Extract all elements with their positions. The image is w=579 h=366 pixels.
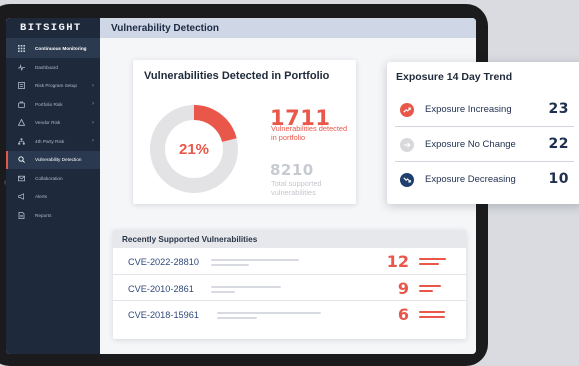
cve-count: 12 xyxy=(386,252,409,271)
count-bar xyxy=(419,284,441,287)
trend-down-icon xyxy=(400,173,414,187)
exposure-row-increasing[interactable]: Exposure Increasing 23 xyxy=(387,93,579,127)
donut-percent-label: 21% xyxy=(178,140,210,158)
sidebar-item-vulnerability-detection[interactable]: Vulnerability Detection xyxy=(6,150,100,169)
sidebar-item-label: 4th Party Risk xyxy=(35,138,65,144)
placeholder-line xyxy=(211,259,299,261)
mail-icon xyxy=(18,175,25,182)
exposure-row-no-change[interactable]: Exposure No Change 22 xyxy=(387,128,579,162)
arrow-right-icon xyxy=(400,138,414,152)
table-row[interactable]: CVE-2010-2861 9 xyxy=(113,275,466,301)
document-icon xyxy=(18,211,25,219)
placeholder-line xyxy=(211,290,235,293)
sidebar-item-continuous-monitoring[interactable]: Continuous Monitoring xyxy=(6,38,100,58)
pulse-icon xyxy=(18,63,25,71)
sidebar-item-label: Dashboard xyxy=(35,64,58,70)
page-title: Vulnerability Detection xyxy=(100,18,476,38)
placeholder-line xyxy=(217,312,321,314)
sidebar-item-dashboard[interactable]: Dashboard xyxy=(6,58,100,77)
supported-caption: Total supported vulnerabilities xyxy=(271,179,322,197)
sidebar-item-reports[interactable]: Reports xyxy=(6,206,100,225)
sidebar-item-label: Continuous Monitoring xyxy=(35,45,87,51)
sidebar-menu: Continuous Monitoring Dashboard Risk Pro… xyxy=(6,38,100,225)
chevron-right-icon: › xyxy=(92,101,94,108)
exposure-card-title: Exposure 14 Day Trend xyxy=(396,71,513,83)
chevron-right-icon: › xyxy=(92,119,94,126)
briefcase-icon xyxy=(18,101,25,108)
grid-icon xyxy=(18,44,25,52)
supported-count: 8210 xyxy=(270,161,314,179)
placeholder-line xyxy=(211,264,249,266)
sidebar-item-4th-party-risk[interactable]: 4th Party Risk › xyxy=(6,132,100,151)
exposure-value: 10 xyxy=(548,171,569,187)
sidebar-item-label: Reports xyxy=(35,212,52,218)
sidebar-item-label: Vendor Risk xyxy=(35,120,61,126)
sidebar-item-alerts[interactable]: Alerts xyxy=(6,188,100,207)
count-bar xyxy=(419,316,445,318)
search-icon xyxy=(18,156,25,164)
divider xyxy=(395,126,574,127)
chevron-right-icon: › xyxy=(92,82,94,89)
divider xyxy=(395,161,574,162)
warning-icon xyxy=(18,119,25,126)
cve-id[interactable]: CVE-2022-28810 xyxy=(128,257,199,267)
cve-id[interactable]: CVE-2018-15961 xyxy=(128,310,199,320)
sidebar-item-collaboration[interactable]: Collaboration xyxy=(6,169,100,188)
table-row[interactable]: CVE-2022-28810 12 xyxy=(113,248,466,275)
cve-count: 9 xyxy=(397,278,409,298)
megaphone-icon xyxy=(18,193,25,201)
placeholder-line xyxy=(217,317,257,319)
sidebar-item-label: Portfolio Risk xyxy=(35,101,63,107)
count-bar xyxy=(419,263,439,265)
count-bar xyxy=(419,258,446,260)
chevron-right-icon: › xyxy=(92,138,94,145)
recent-vulnerabilities-title: Recently Supported Vulnerabilities xyxy=(113,230,466,248)
sidebar-item-label: Alerts xyxy=(35,194,47,200)
count-bar xyxy=(419,311,445,313)
exposure-label: Exposure Increasing xyxy=(425,104,512,115)
exposure-row-decreasing[interactable]: Exposure Decreasing 10 xyxy=(387,163,579,197)
cve-count: 6 xyxy=(397,305,409,324)
logo[interactable]: BITSIGHT xyxy=(6,18,100,38)
sidebar-item-risk-program-setup[interactable]: Risk Program Setup › xyxy=(6,77,100,96)
vulnerabilities-card: Vulnerabilities Detected in Portfolio 21… xyxy=(133,60,356,204)
exposure-trend-card: Exposure 14 Day Trend Exposure Increasin… xyxy=(387,62,579,204)
vulnerabilities-card-title: Vulnerabilities Detected in Portfolio xyxy=(144,70,330,82)
recent-vulnerabilities-card: Recently Supported Vulnerabilities CVE-2… xyxy=(113,230,466,339)
count-bar xyxy=(419,289,433,292)
list-icon xyxy=(18,82,25,90)
sidebar-item-label: Collaboration xyxy=(35,175,63,181)
sidebar-item-label: Risk Program Setup xyxy=(35,83,77,89)
detected-caption: Vulnerabilities detected in portfolio xyxy=(271,124,348,142)
table-row[interactable]: CVE-2018-15961 6 xyxy=(113,301,466,328)
sidebar-item-label: Vulnerability Detection xyxy=(35,157,82,163)
placeholder-line xyxy=(211,285,281,288)
exposure-label: Exposure No Change xyxy=(425,139,516,150)
sidebar: BITSIGHT Continuous Monitoring Dashboard… xyxy=(6,18,100,354)
exposure-label: Exposure Decreasing xyxy=(425,174,516,185)
cve-id[interactable]: CVE-2010-2861 xyxy=(128,284,194,294)
trend-up-icon xyxy=(400,103,414,117)
exposure-value: 23 xyxy=(548,101,569,117)
sidebar-item-portfolio-risk[interactable]: Portfolio Risk › xyxy=(6,95,100,114)
sidebar-item-vendor-risk[interactable]: Vendor Risk › xyxy=(6,114,100,133)
exposure-value: 22 xyxy=(548,136,569,152)
org-icon xyxy=(18,137,25,145)
